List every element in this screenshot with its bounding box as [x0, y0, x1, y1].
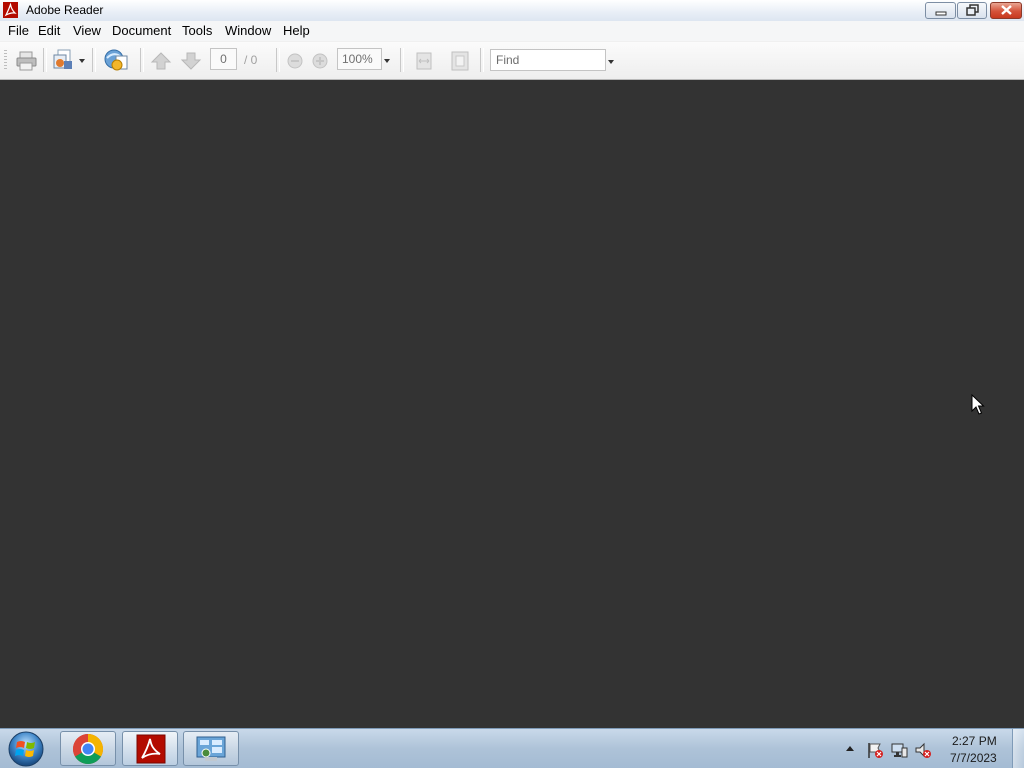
- minimize-icon: [935, 11, 947, 16]
- find-input[interactable]: [490, 49, 606, 71]
- taskbar: 2:27 PM 7/7/2023: [0, 728, 1024, 768]
- zoom-dropdown-arrow[interactable]: [384, 59, 390, 63]
- zoom-out-icon[interactable]: [286, 52, 304, 70]
- menu-window[interactable]: Window: [225, 23, 271, 38]
- menu-help[interactable]: Help: [283, 23, 310, 38]
- network-icon[interactable]: [890, 741, 908, 759]
- toolbar-separator: [276, 48, 280, 72]
- taskbar-chrome-button[interactable]: [60, 731, 116, 766]
- previous-page-icon[interactable]: [150, 51, 172, 71]
- title-bar[interactable]: Adobe Reader: [0, 0, 1024, 22]
- taskbar-control-panel-button[interactable]: [183, 731, 239, 766]
- clock-time[interactable]: 2:27 PM: [952, 734, 997, 748]
- page-total: / 0: [244, 53, 258, 67]
- taskbar-adobe-reader-button[interactable]: [122, 731, 178, 766]
- menu-document[interactable]: Document: [112, 23, 171, 38]
- windows-start-button[interactable]: [6, 730, 46, 768]
- print-icon[interactable]: [15, 50, 39, 72]
- menu-view[interactable]: View: [73, 23, 101, 38]
- next-page-icon[interactable]: [180, 51, 202, 71]
- mouse-cursor-icon: [971, 394, 985, 415]
- menu-edit[interactable]: Edit: [38, 23, 60, 38]
- toolbar-separator: [480, 48, 484, 72]
- toolbar-separator: [43, 48, 47, 72]
- show-hidden-icons-arrow-icon[interactable]: [845, 744, 855, 752]
- close-icon: [1001, 5, 1012, 15]
- adobe-reader-window: Adobe Reader File Edit View Document Too…: [0, 0, 1024, 728]
- menu-bar: File Edit View Document Tools Window Hel…: [0, 21, 1024, 41]
- adobe-reader-icon: [136, 734, 166, 764]
- chrome-icon: [72, 734, 104, 765]
- toolbar-separator: [140, 48, 144, 72]
- toolbar: 0 / 0 100%: [0, 42, 1024, 80]
- find-dropdown-arrow[interactable]: [608, 60, 614, 64]
- create-pdf-icon[interactable]: [51, 48, 77, 72]
- close-button[interactable]: [990, 2, 1022, 19]
- restore-button[interactable]: [957, 2, 987, 19]
- page-number-field[interactable]: 0: [210, 48, 237, 70]
- clock-date[interactable]: 7/7/2023: [950, 751, 997, 765]
- zoom-in-icon[interactable]: [311, 52, 329, 70]
- collaborate-icon[interactable]: [102, 47, 130, 73]
- menu-tools[interactable]: Tools: [182, 23, 212, 38]
- control-panel-icon: [196, 736, 226, 761]
- toolbar-separator: [92, 48, 96, 72]
- minimize-button[interactable]: [925, 2, 956, 19]
- toolbar-separator: [400, 48, 404, 72]
- toolbar-grip[interactable]: [4, 50, 7, 70]
- restore-icon: [966, 4, 979, 16]
- adobe-reader-app-icon: [3, 2, 18, 18]
- window-title: Adobe Reader: [26, 3, 104, 17]
- action-center-flag-icon[interactable]: [866, 741, 884, 759]
- fit-page-icon[interactable]: [449, 50, 471, 72]
- menu-file[interactable]: File: [8, 23, 29, 38]
- show-desktop-button[interactable]: [1012, 729, 1024, 768]
- document-area[interactable]: [0, 80, 1024, 728]
- create-pdf-dropdown-arrow[interactable]: [79, 59, 85, 63]
- zoom-level-field[interactable]: 100%: [337, 48, 382, 70]
- volume-muted-icon[interactable]: [914, 741, 932, 759]
- fit-width-icon[interactable]: [413, 51, 435, 71]
